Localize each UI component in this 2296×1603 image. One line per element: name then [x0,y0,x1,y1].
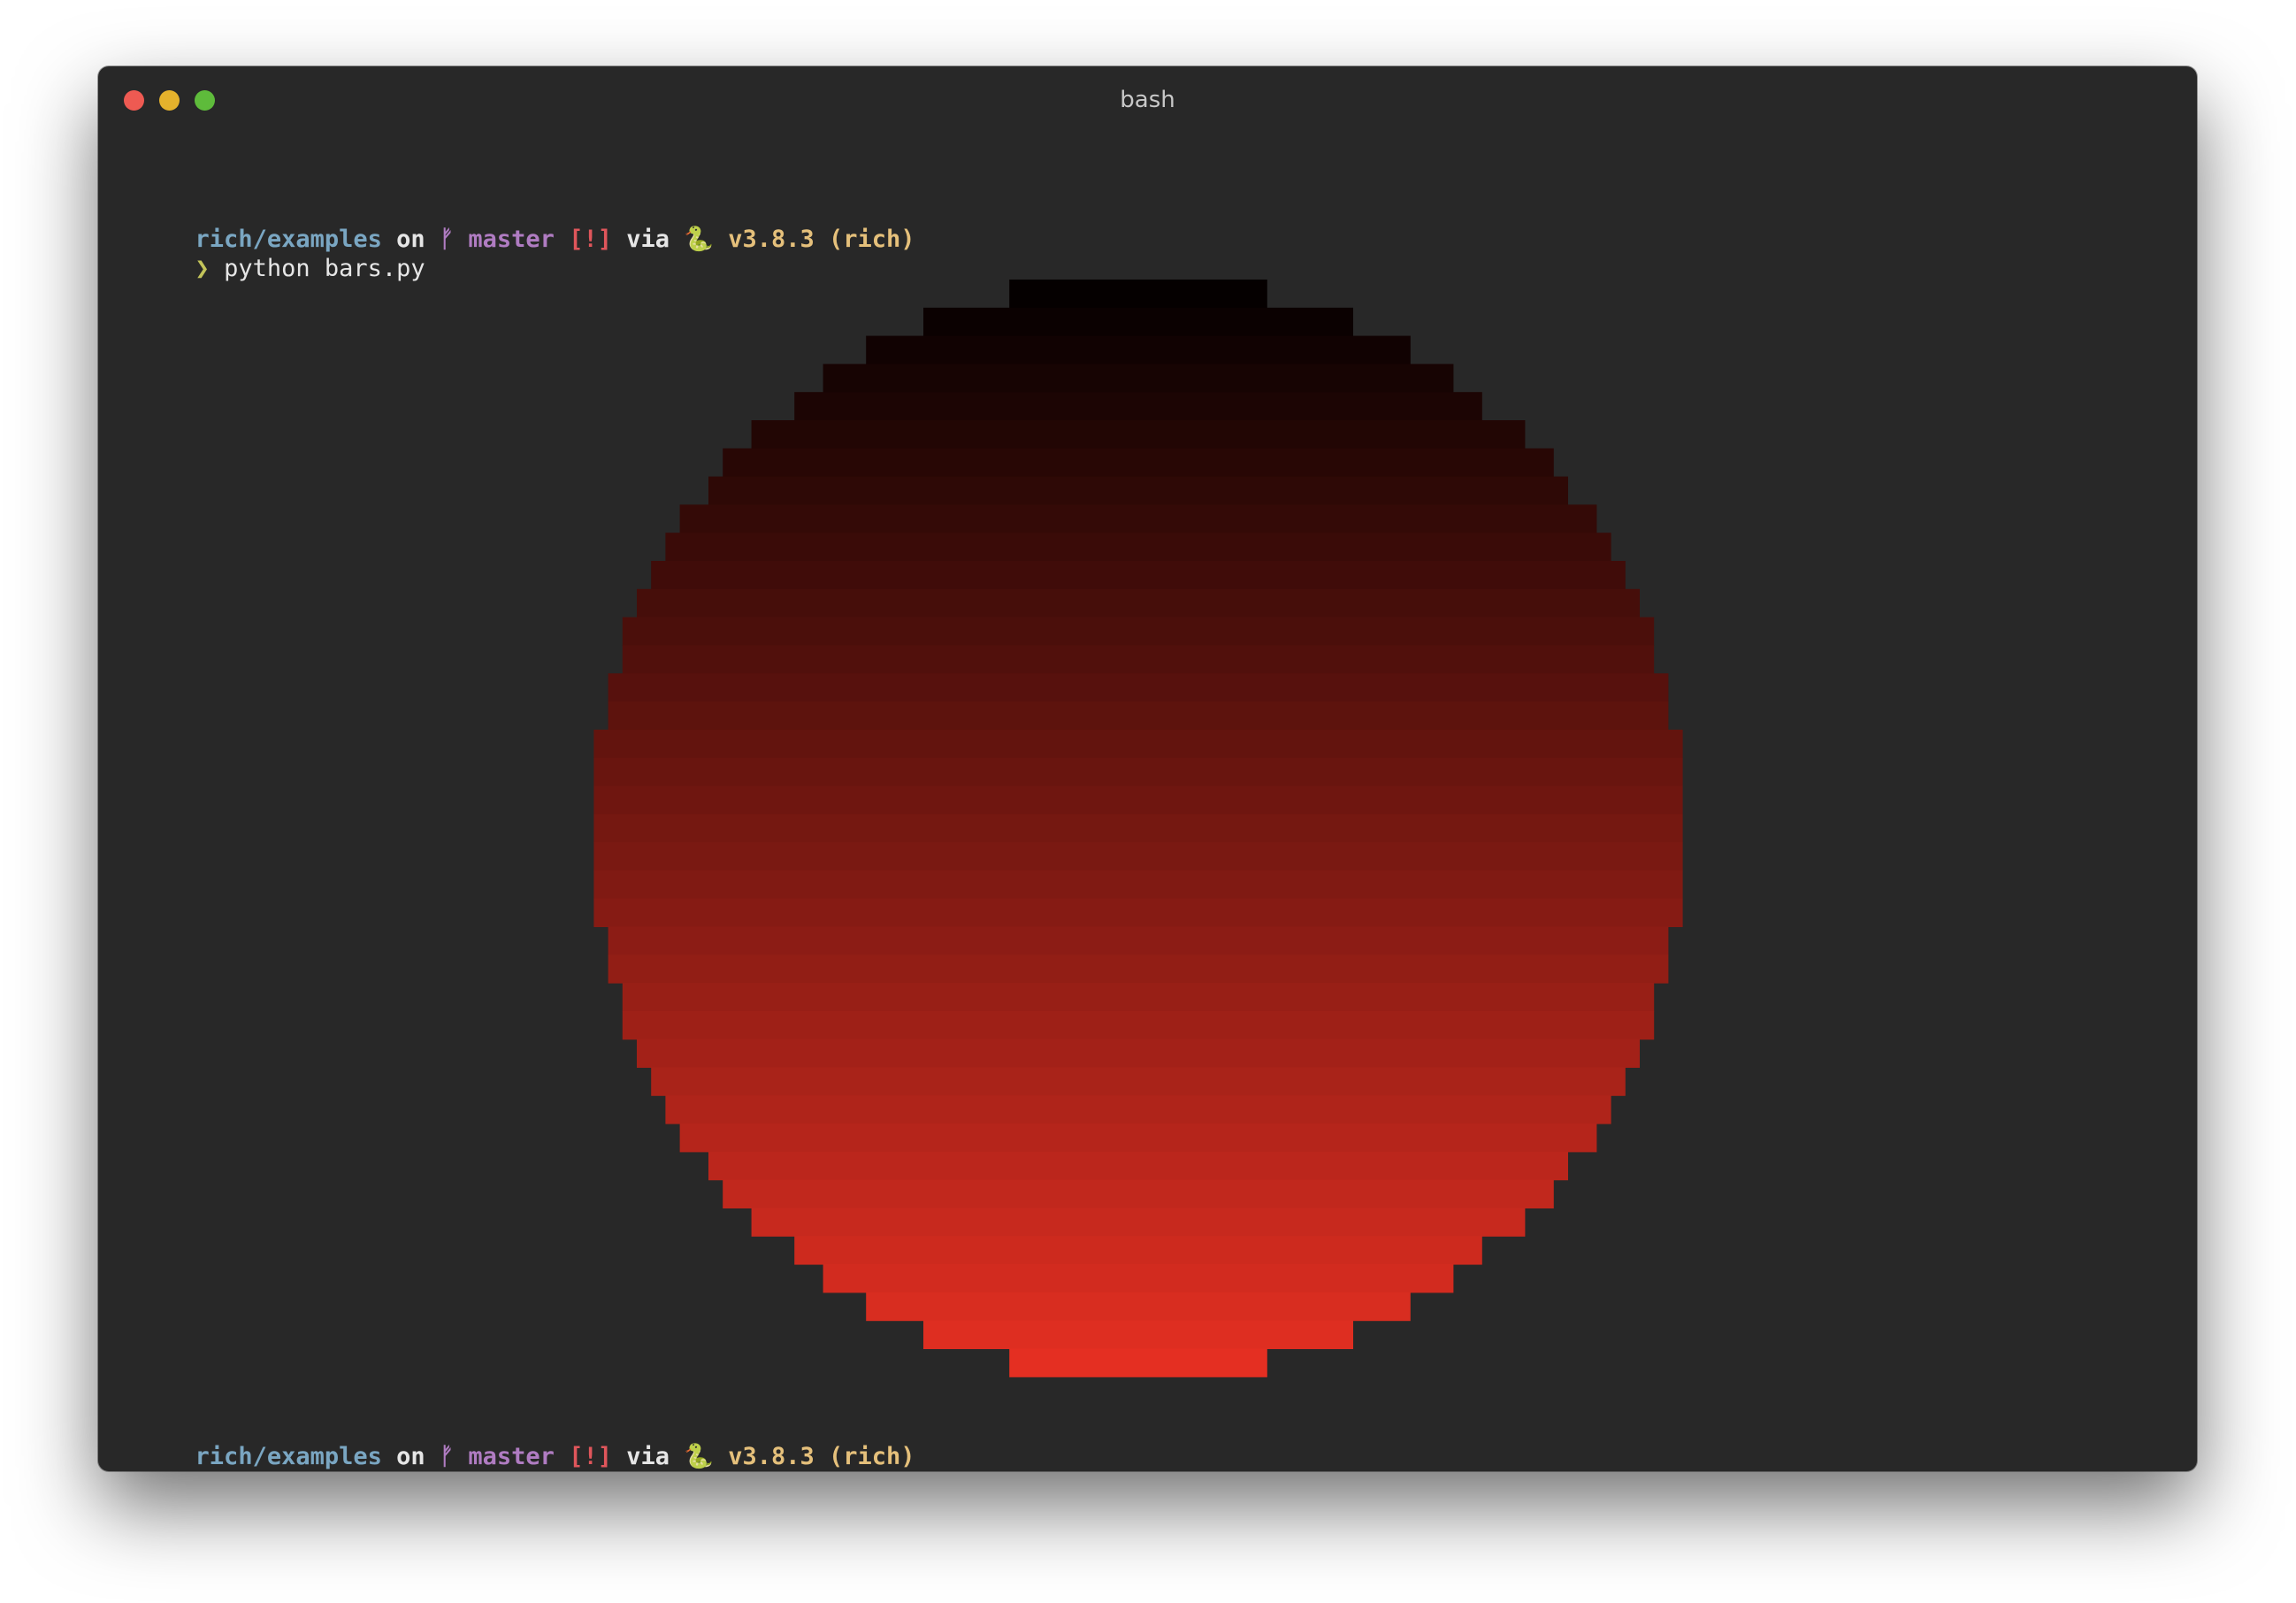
gradient-row [866,335,1411,364]
gradient-row [622,1010,1655,1040]
prompt-python-version: v3.8.3 [728,1443,815,1470]
prompt-on: on [396,1443,425,1470]
python-icon: 🐍 [684,1443,714,1470]
gradient-row [593,842,1683,871]
gradient-row [723,1179,1554,1208]
gradient-row [723,448,1554,478]
gradient-row [651,561,1626,590]
gradient-row [923,307,1353,337]
prompt-status: [!] [569,1443,612,1470]
gradient-row [751,1208,1526,1237]
gradient-row [622,617,1655,646]
gradient-row [679,504,1597,533]
gradient-row [665,533,1611,562]
gradient-row [593,898,1683,927]
gradient-row [823,364,1454,393]
gradient-row [923,1320,1353,1349]
gradient-row [665,1095,1611,1124]
gradient-row [593,757,1683,786]
gradient-row [794,1236,1482,1265]
gradient-row [608,955,1669,984]
gradient-circle-output [593,280,1683,1377]
prompt-via: via [626,1443,670,1470]
gradient-row [708,476,1568,505]
gradient-row [708,1151,1568,1181]
gradient-row [637,588,1640,618]
gradient-row [622,983,1655,1012]
gradient-row [593,786,1683,815]
gradient-row [1009,1348,1267,1377]
gradient-row [751,420,1526,449]
gradient-row [593,870,1683,900]
gradient-row [637,1039,1640,1068]
gradient-row [794,392,1482,421]
prompt-branch: master [468,1443,555,1470]
gradient-row [593,729,1683,759]
command-line[interactable]: ❯ [109,1442,238,1471]
git-branch-icon: ᚠ [439,1443,455,1470]
gradient-row [866,1292,1411,1322]
gradient-row [1009,280,1267,309]
gradient-row [679,1124,1597,1153]
prompt-env: (rich) [829,1443,915,1470]
gradient-row [622,645,1655,674]
terminal-window: bash rich/examples on ᚠ master [!] via 🐍… [98,66,2197,1471]
gradient-row [593,814,1683,843]
gradient-row [608,702,1669,731]
gradient-row [823,1264,1454,1293]
gradient-row [608,926,1669,955]
gradient-row [651,1067,1626,1096]
gradient-row [608,673,1669,702]
